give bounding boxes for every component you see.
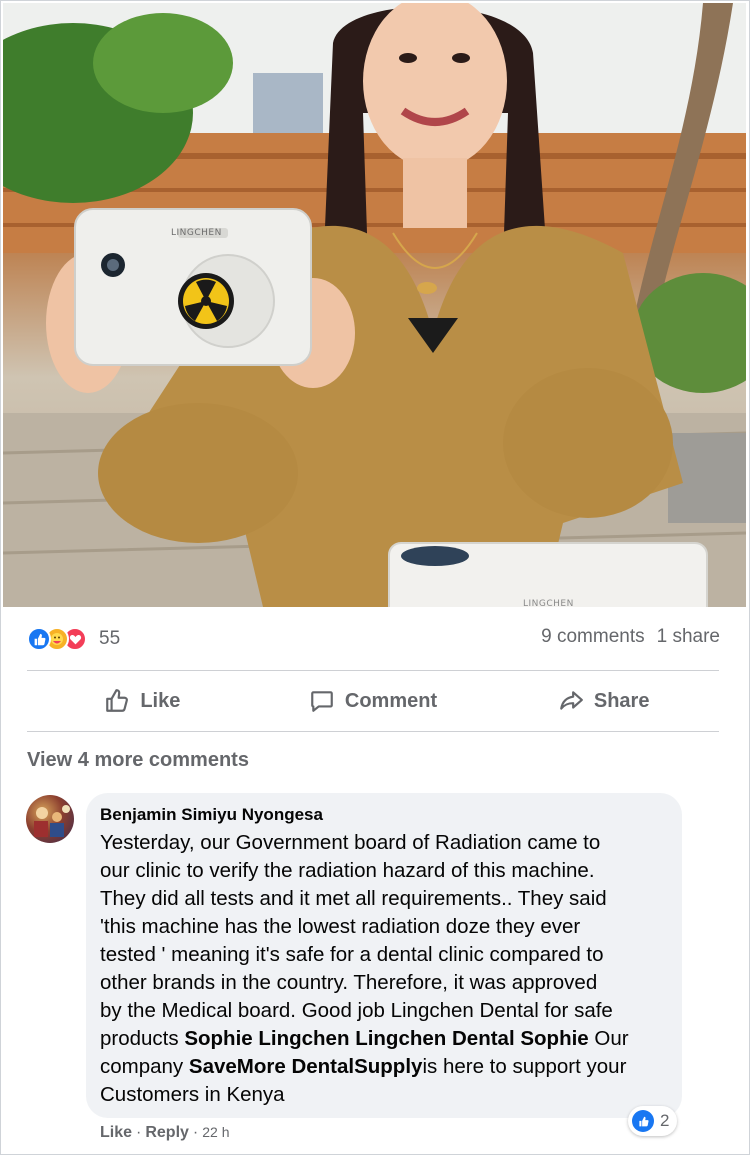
- mention-sophie-lingchen[interactable]: Sophie Lingchen: [184, 1027, 349, 1050]
- comment-like-link[interactable]: Like: [100, 1124, 132, 1142]
- device-brand-label: LINGCHEN: [171, 228, 222, 238]
- comment-line: company SaveMore DentalSupplyis here to …: [100, 1053, 668, 1081]
- comment-reply-link[interactable]: Reply: [145, 1124, 189, 1142]
- device-brand-label-2: LINGCHEN: [523, 599, 574, 607]
- shares-count-link[interactable]: 1 share: [657, 626, 720, 648]
- comments-count-link[interactable]: 9 comments: [541, 626, 644, 648]
- post-stats: 9 comments 1 share: [541, 626, 720, 648]
- comment-text: Yesterday, our Government board of Radia…: [100, 829, 668, 1109]
- comment-button[interactable]: Comment: [258, 672, 489, 730]
- comment-line: Customers in Kenya: [100, 1083, 285, 1106]
- comment-author[interactable]: Benjamin Simiyu Nyongesa: [100, 805, 668, 825]
- comment-reaction-badge[interactable]: 2: [628, 1106, 678, 1136]
- avatar-image: [34, 805, 70, 837]
- comment-reaction-count: 2: [660, 1111, 670, 1130]
- photo-illustration: [3, 3, 746, 607]
- like-icon: [632, 1110, 654, 1132]
- comment-icon: [311, 691, 333, 712]
- comment-line: Yesterday, our Government board of Radia…: [100, 831, 601, 854]
- comment-line: products Sophie Lingchen Lingchen Dental…: [100, 1025, 668, 1053]
- mention-lingchen-dental[interactable]: Lingchen Dental: [355, 1027, 514, 1050]
- mention-savemore-dentalsupply[interactable]: SaveMore DentalSupply: [189, 1055, 423, 1078]
- divider-top: [27, 670, 719, 671]
- reactions-summary[interactable]: 55: [27, 624, 120, 654]
- comment-line: other brands in the country. Therefore, …: [100, 971, 598, 994]
- thumbs-up-icon: [106, 689, 129, 712]
- comment-label: Comment: [344, 689, 438, 712]
- meta-separator: ·: [136, 1124, 142, 1141]
- like-label: Like: [140, 689, 181, 712]
- comment-line: by the Medical board. Good job Lingchen …: [100, 999, 613, 1022]
- reaction-count[interactable]: 55: [99, 628, 120, 650]
- text-fragment: is here to support your: [422, 1055, 627, 1078]
- like-icon: [27, 627, 51, 651]
- view-more-comments-link[interactable]: View 4 more comments: [27, 749, 249, 772]
- comment-bubble: Benjamin Simiyu Nyongesa Yesterday, our …: [86, 793, 682, 1118]
- comment-line: our clinic to verify the radiation hazar…: [100, 859, 595, 882]
- share-label: Share: [593, 689, 650, 712]
- text-fragment: products: [100, 1027, 185, 1050]
- post-photo[interactable]: LINGCHEN LINGCHEN: [3, 3, 746, 607]
- share-button[interactable]: Share: [488, 672, 719, 730]
- share-icon: [560, 691, 583, 710]
- comment-line: They did all tests and it met all requir…: [100, 887, 607, 910]
- text-fragment: company: [100, 1055, 189, 1078]
- avatar[interactable]: [26, 795, 74, 843]
- meta-separator: ·: [192, 1124, 199, 1141]
- comment-timestamp[interactable]: 22 h: [202, 1124, 229, 1140]
- mention-sophie[interactable]: Sophie: [520, 1027, 588, 1050]
- comment-line: tested ' meaning it's safe for a dental …: [100, 943, 604, 966]
- text-fragment: Our: [588, 1027, 629, 1050]
- post-actions: Like Comment Share: [27, 672, 719, 730]
- like-button[interactable]: Like: [27, 672, 258, 730]
- divider-bottom: [27, 731, 719, 732]
- comment-meta: Like · Reply · 22 h: [100, 1124, 230, 1142]
- comment-line: 'this machine has the lowest radiation d…: [100, 915, 581, 938]
